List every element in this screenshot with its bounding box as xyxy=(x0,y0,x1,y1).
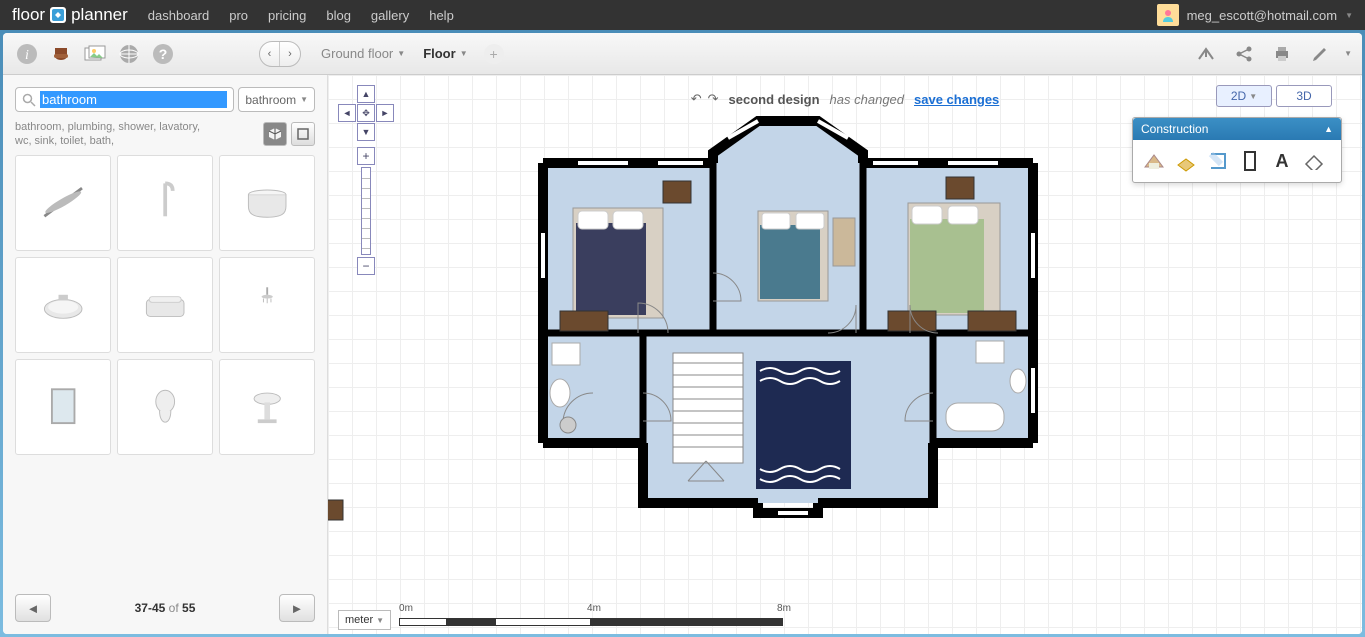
category-label: bathroom xyxy=(245,93,296,107)
prev-page-button[interactable]: ◄ xyxy=(15,594,51,622)
nav-dashboard[interactable]: dashboard xyxy=(148,8,209,23)
logo-text-a: floor xyxy=(12,5,45,25)
chevron-down-icon: ▼ xyxy=(1345,11,1353,20)
item-urinal[interactable] xyxy=(117,359,213,455)
floor-dropdown-label: Ground floor xyxy=(321,46,393,61)
zoom-out-button[interactable]: − xyxy=(357,257,375,275)
nav-blog[interactable]: blog xyxy=(326,8,351,23)
stairs xyxy=(673,353,743,481)
history-nav: ‹ › xyxy=(259,41,301,67)
ruler-mark-2: 8m xyxy=(777,603,791,614)
item-bathtub-1[interactable] xyxy=(219,155,315,251)
construction-panel: Construction ▲ A xyxy=(1132,117,1342,183)
next-page-button[interactable]: ► xyxy=(279,594,315,622)
sidebar: bathroom ▼ bathroom, plumbing, shower, l… xyxy=(3,75,328,634)
pan-left-button[interactable]: ◄ xyxy=(338,104,356,122)
chevron-down-icon: ▼ xyxy=(397,49,405,58)
pan-up-button[interactable]: ▲ xyxy=(357,85,375,103)
logo-text-b: planner xyxy=(71,5,128,25)
tool-door[interactable] xyxy=(1237,148,1263,174)
pager: ◄ 37-45 of 55 ► xyxy=(15,594,315,622)
add-layer-button[interactable]: + xyxy=(484,44,504,64)
nav-controls: ▲ ◄✥► ▼ + − xyxy=(338,85,394,275)
tool-room[interactable] xyxy=(1141,148,1167,174)
item-mirror[interactable] xyxy=(15,359,111,455)
tool-dimension[interactable] xyxy=(1301,148,1327,174)
layer-label: Floor xyxy=(423,46,456,61)
globe-icon[interactable] xyxy=(115,40,143,68)
ruler: meter▼ 0m 4m 8m xyxy=(338,610,799,630)
svg-text:?: ? xyxy=(159,46,168,62)
nav-gallery[interactable]: gallery xyxy=(371,8,409,23)
nav-back-button[interactable]: ‹ xyxy=(260,42,280,66)
item-shower[interactable] xyxy=(219,257,315,353)
bed-middle xyxy=(758,211,828,301)
svg-text:i: i xyxy=(25,48,29,63)
print-icon[interactable] xyxy=(1268,40,1296,68)
loose-furniture[interactable] xyxy=(328,495,347,525)
nav-links: dashboard pro pricing blog gallery help xyxy=(148,8,454,23)
pan-right-button[interactable]: ► xyxy=(376,104,394,122)
item-faucet[interactable] xyxy=(117,155,213,251)
toolbar: i ? ‹ › Ground floor ▼ Floor ▼ + ▼ xyxy=(3,33,1362,75)
tool-wall[interactable] xyxy=(1205,148,1231,174)
item-sink[interactable] xyxy=(219,359,315,455)
chevron-down-icon[interactable]: ▼ xyxy=(1344,49,1352,58)
item-drain[interactable] xyxy=(15,155,111,251)
view-2d-toggle[interactable]: 2D▼ xyxy=(1216,85,1272,107)
nav-pricing[interactable]: pricing xyxy=(268,8,306,23)
help-icon[interactable]: ? xyxy=(149,40,177,68)
zoom-in-button[interactable]: + xyxy=(357,147,375,165)
search-box xyxy=(15,87,234,112)
export-icon[interactable] xyxy=(1192,40,1220,68)
unit-select[interactable]: meter▼ xyxy=(338,610,391,630)
layer-dropdown[interactable]: Floor ▼ xyxy=(423,46,467,61)
pan-down-button[interactable]: ▼ xyxy=(357,123,375,141)
logo[interactable]: floor planner xyxy=(12,5,128,25)
construction-title: Construction xyxy=(1141,122,1208,136)
bed-left xyxy=(573,208,663,318)
tool-floor[interactable] xyxy=(1173,148,1199,174)
item-bathtub-3[interactable] xyxy=(117,257,213,353)
search-input[interactable] xyxy=(40,91,227,108)
chevron-down-icon: ▼ xyxy=(300,95,308,104)
settings-icon[interactable] xyxy=(1306,40,1334,68)
canvas[interactable]: ▲ ◄✥► ▼ + − ↶ ↷ second design has change… xyxy=(328,75,1362,634)
app-header: floor planner dashboard pro pricing blog… xyxy=(0,0,1365,30)
nav-help[interactable]: help xyxy=(429,8,454,23)
item-bathtub-2[interactable] xyxy=(15,257,111,353)
bed-right xyxy=(908,203,1000,315)
view-3d-toggle[interactable]: 3D xyxy=(1276,85,1332,107)
user-email: meg_escott@hotmail.com xyxy=(1187,8,1337,23)
pan-center-button[interactable]: ✥ xyxy=(357,104,375,122)
collapse-icon[interactable]: ▲ xyxy=(1324,124,1333,134)
furniture-grid xyxy=(15,155,315,584)
floorplan-drawing[interactable] xyxy=(508,103,1068,523)
view-3d-button[interactable] xyxy=(263,122,287,146)
nav-pro[interactable]: pro xyxy=(229,8,248,23)
info-icon[interactable]: i xyxy=(13,40,41,68)
page-info: 37-45 of 55 xyxy=(135,601,196,615)
view-2d-button[interactable] xyxy=(291,122,315,146)
zoom-slider[interactable] xyxy=(361,167,371,255)
floor-dropdown[interactable]: Ground floor ▼ xyxy=(321,46,405,61)
user-menu[interactable]: meg_escott@hotmail.com ▼ xyxy=(1157,4,1353,26)
photos-icon[interactable] xyxy=(81,40,109,68)
tool-text[interactable]: A xyxy=(1269,148,1295,174)
ruler-mark-0: 0m xyxy=(399,603,413,614)
logo-icon xyxy=(49,6,67,24)
tag-list: bathroom, plumbing, shower, lavatory, wc… xyxy=(15,120,215,149)
ruler-mark-1: 4m xyxy=(587,603,601,614)
rug xyxy=(756,361,851,489)
view-mode-toggle: 2D▼ 3D xyxy=(1216,85,1332,107)
share-icon[interactable] xyxy=(1230,40,1258,68)
nav-forward-button[interactable]: › xyxy=(280,42,300,66)
category-select[interactable]: bathroom ▼ xyxy=(238,87,315,112)
avatar xyxy=(1157,4,1179,26)
chevron-down-icon: ▼ xyxy=(460,49,468,58)
chair-icon[interactable] xyxy=(47,40,75,68)
search-icon xyxy=(22,93,36,107)
